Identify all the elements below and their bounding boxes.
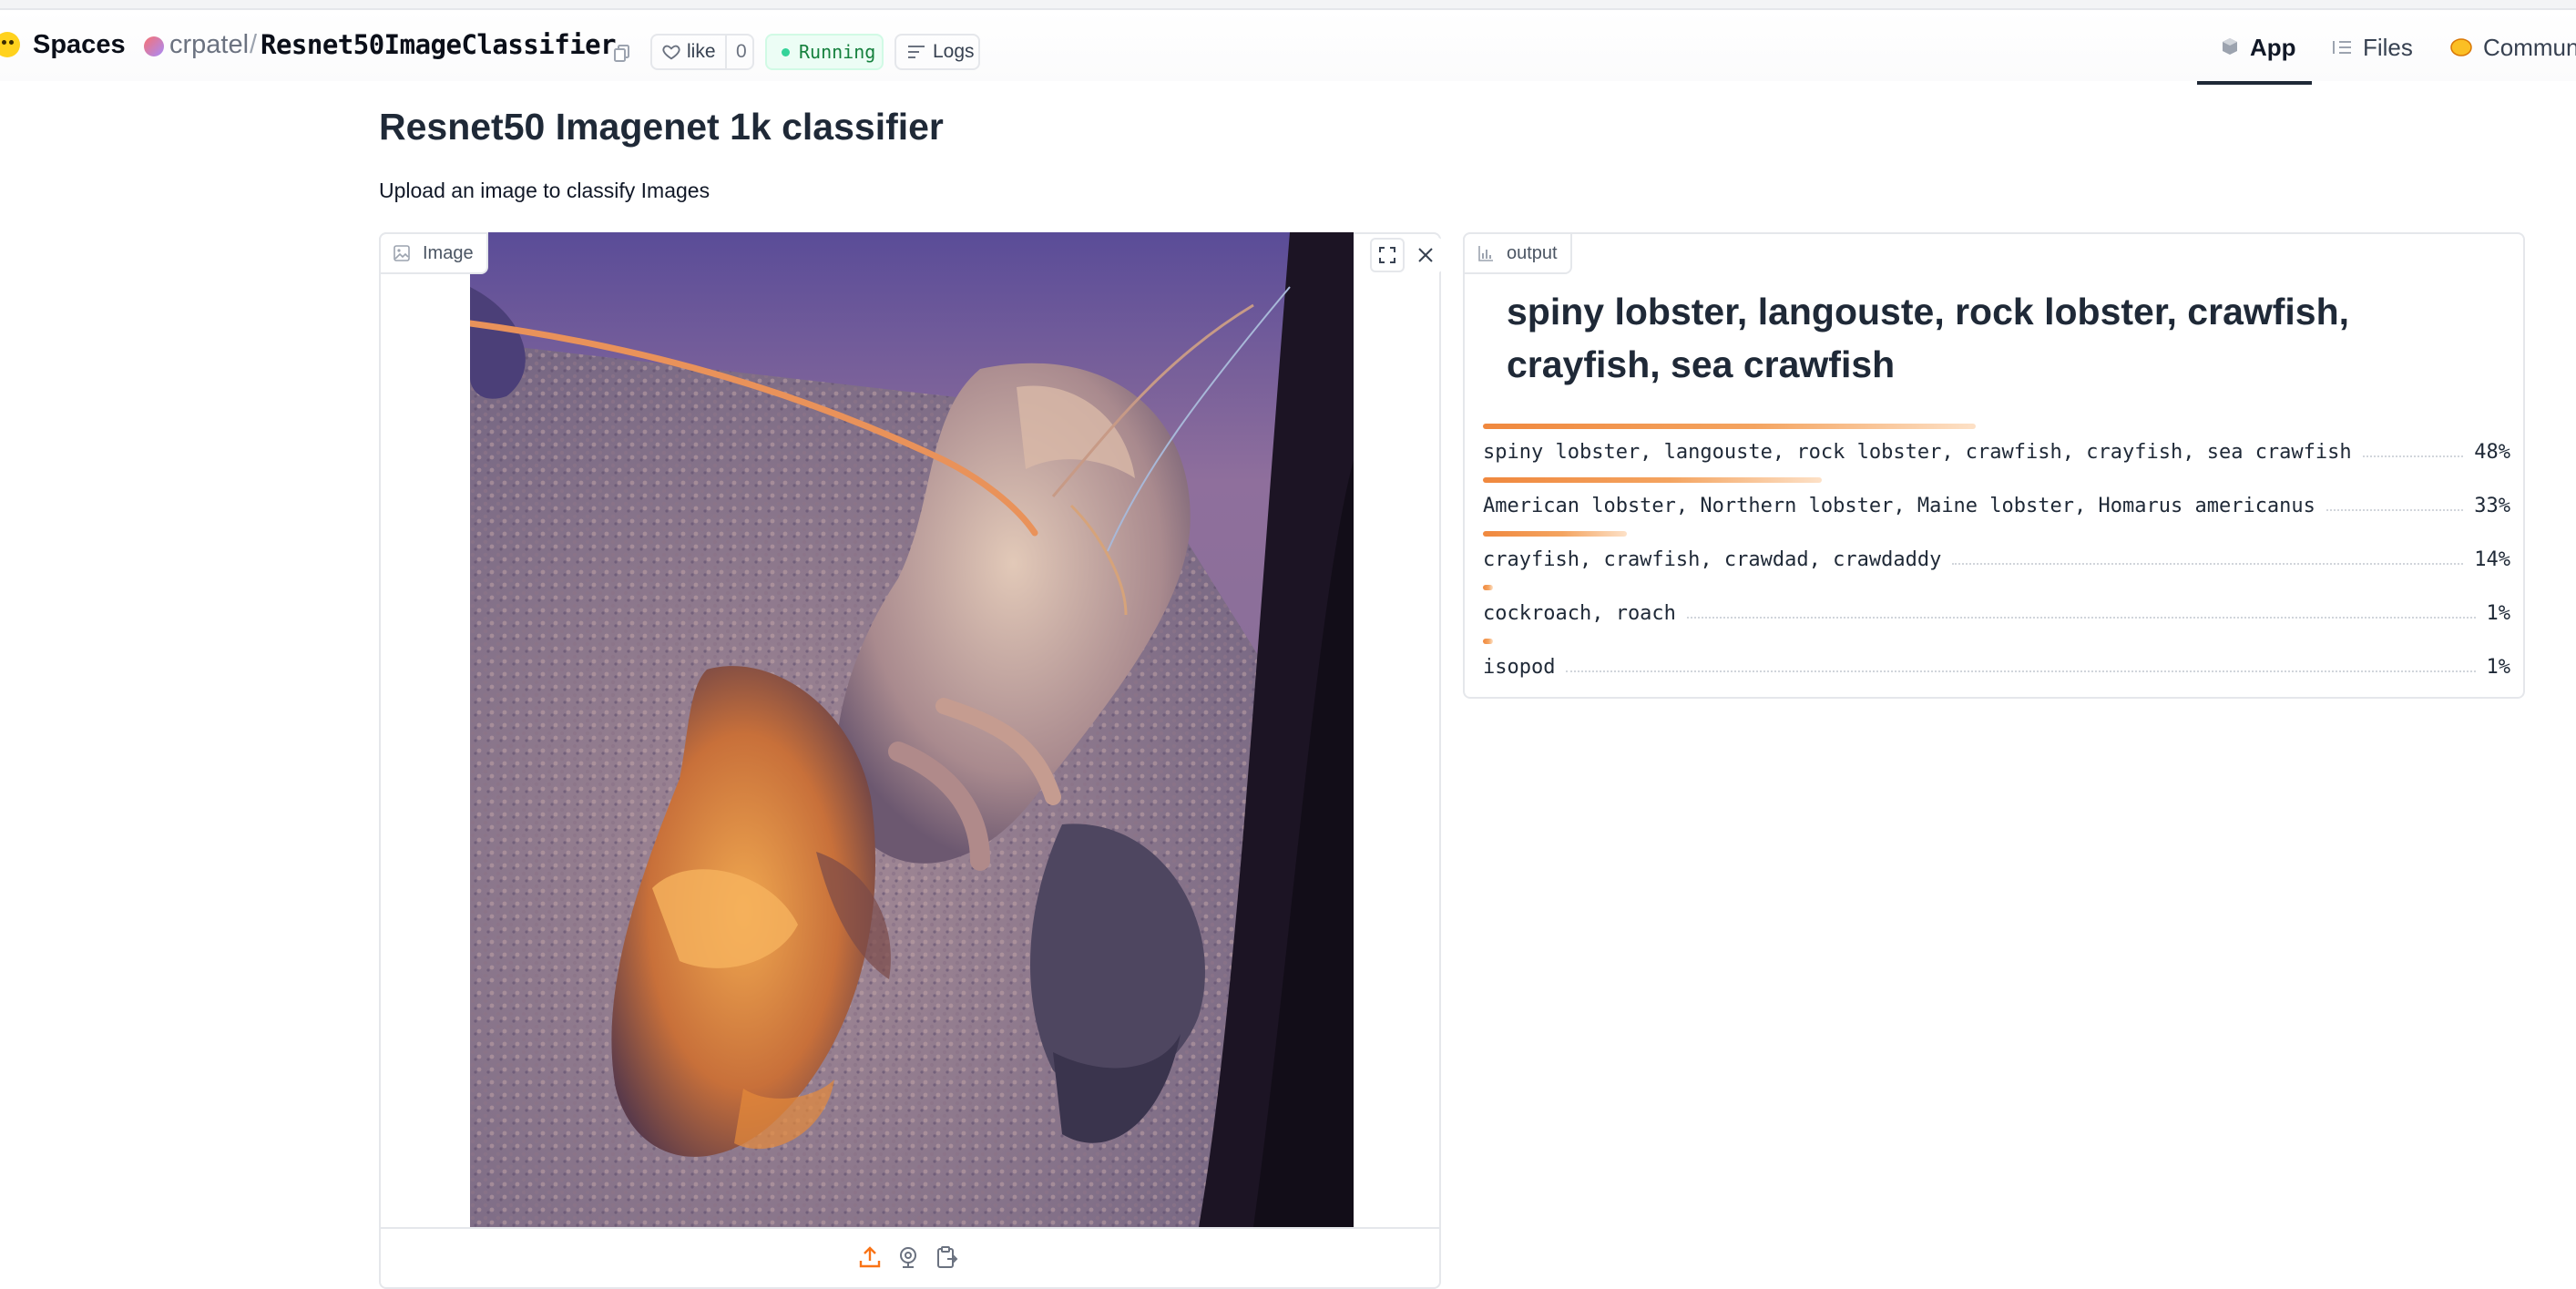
files-icon [2333,41,2351,54]
clear-image-button[interactable] [1408,238,1443,272]
confidence-bar [1483,585,1493,590]
confidence-percent: 48% [2474,440,2510,464]
upload-icon [859,1246,881,1268]
page-description: Upload an image to classify Images [379,179,710,202]
webcam-icon [900,1247,916,1268]
confidence-bar [1483,424,1976,429]
confidence-item: spiny lobster, langouste, rock lobster, … [1483,424,2510,469]
image-source-selector [856,1243,971,1271]
confidence-row: isopod 1% [1483,653,2510,680]
like-divider [725,36,727,68]
confidence-label: isopod [1483,655,1556,679]
cube-icon [2223,38,2237,55]
copy-icon[interactable] [614,45,630,63]
confidence-leader-dots [2362,455,2464,457]
tab-community-label: Communi [2483,34,2576,61]
clipboard-source-button[interactable] [933,1243,960,1271]
confidence-row: American lobster, Northern lobster, Main… [1483,492,2510,519]
confidence-leader-dots [1566,670,2476,672]
like-button[interactable]: like 0 [650,34,754,70]
chart-icon [1478,246,1493,261]
logs-button[interactable]: Logs [894,34,980,70]
page-title: Resnet50 Imagenet 1k classifier [379,106,944,148]
tab-community[interactable]: Communi [2450,30,2576,81]
confidence-bar [1483,477,1822,483]
hugging-face-logo-icon[interactable] [0,32,20,57]
confidence-row: crayfish, crawfish, crawdad, crawdaddy 14… [1483,546,2510,573]
tab-app[interactable]: App [2197,30,2312,85]
site-header: Spaces crpatel / Resnet50ImageClassifier… [0,10,2576,85]
path-separator: / [250,30,258,59]
tab-files-label: Files [2363,34,2413,61]
like-label: like [687,41,716,62]
confidence-item: cockroach, roach 1% [1483,585,2510,630]
community-icon [2450,38,2472,56]
image-panel-label: Image [379,232,488,274]
confidence-row: cockroach, roach 1% [1483,599,2510,627]
output-label-text: output [1507,242,1558,263]
tab-files[interactable]: Files [2332,30,2413,81]
output-panel-label: output [1463,232,1572,274]
uploaded-image [470,232,1354,1227]
fullscreen-icon [1379,247,1395,263]
confidence-leader-dots [1952,563,2464,565]
image-label-text: Image [423,242,474,263]
image-panel-divider [381,1227,1439,1229]
top-border [0,0,2576,10]
output-panel: output spiny lobster, langouste, rock lo… [1463,232,2525,699]
fullscreen-button[interactable] [1370,238,1405,272]
confidence-leader-dots [1686,617,2476,619]
tab-app-label: App [2250,34,2296,61]
clipboard-icon [937,1246,958,1268]
logs-label: Logs [933,41,975,62]
confidence-label: cockroach, roach [1483,601,1676,625]
spaces-link[interactable]: Spaces [33,30,126,60]
like-count: 0 [736,41,747,62]
image-input-panel[interactable]: Image [379,232,1443,1289]
confidence-item: isopod 1% [1483,639,2510,684]
upload-source-button[interactable] [856,1243,884,1271]
confidence-item: crayfish, crawfish, crawdad, crawdaddy 14… [1483,531,2510,577]
repo-name[interactable]: Resnet50ImageClassifier [261,29,617,60]
confidence-bar [1483,531,1627,537]
confidence-item: American lobster, Northern lobster, Main… [1483,477,2510,523]
webcam-source-button[interactable] [894,1243,922,1271]
owner-avatar[interactable] [144,36,164,56]
close-icon [1418,248,1433,262]
confidence-bar [1483,639,1493,644]
image-icon [394,245,410,261]
image-toolbar [1370,238,1446,272]
confidence-label: crayfish, crawfish, crawdad, crawdaddy [1483,547,1942,571]
status-badge: Running [765,34,884,70]
heart-icon [662,45,680,60]
confidence-row: spiny lobster, langouste, rock lobster, … [1483,438,2510,465]
confidence-percent: 1% [2486,601,2511,625]
logs-icon [908,46,925,58]
confidence-leader-dots [2326,509,2464,511]
confidence-percent: 33% [2474,494,2510,517]
status-text: Running [799,41,876,63]
owner-link[interactable]: crpatel [169,30,249,60]
confidence-label: American lobster, Northern lobster, Main… [1483,494,2315,517]
confidence-percent: 1% [2486,655,2511,679]
confidence-label: spiny lobster, langouste, rock lobster, … [1483,440,2352,464]
predicted-label: spiny lobster, langouste, rock lobster, … [1507,291,2350,385]
confidence-percent: 14% [2474,547,2510,571]
status-dot-icon [782,47,790,56]
